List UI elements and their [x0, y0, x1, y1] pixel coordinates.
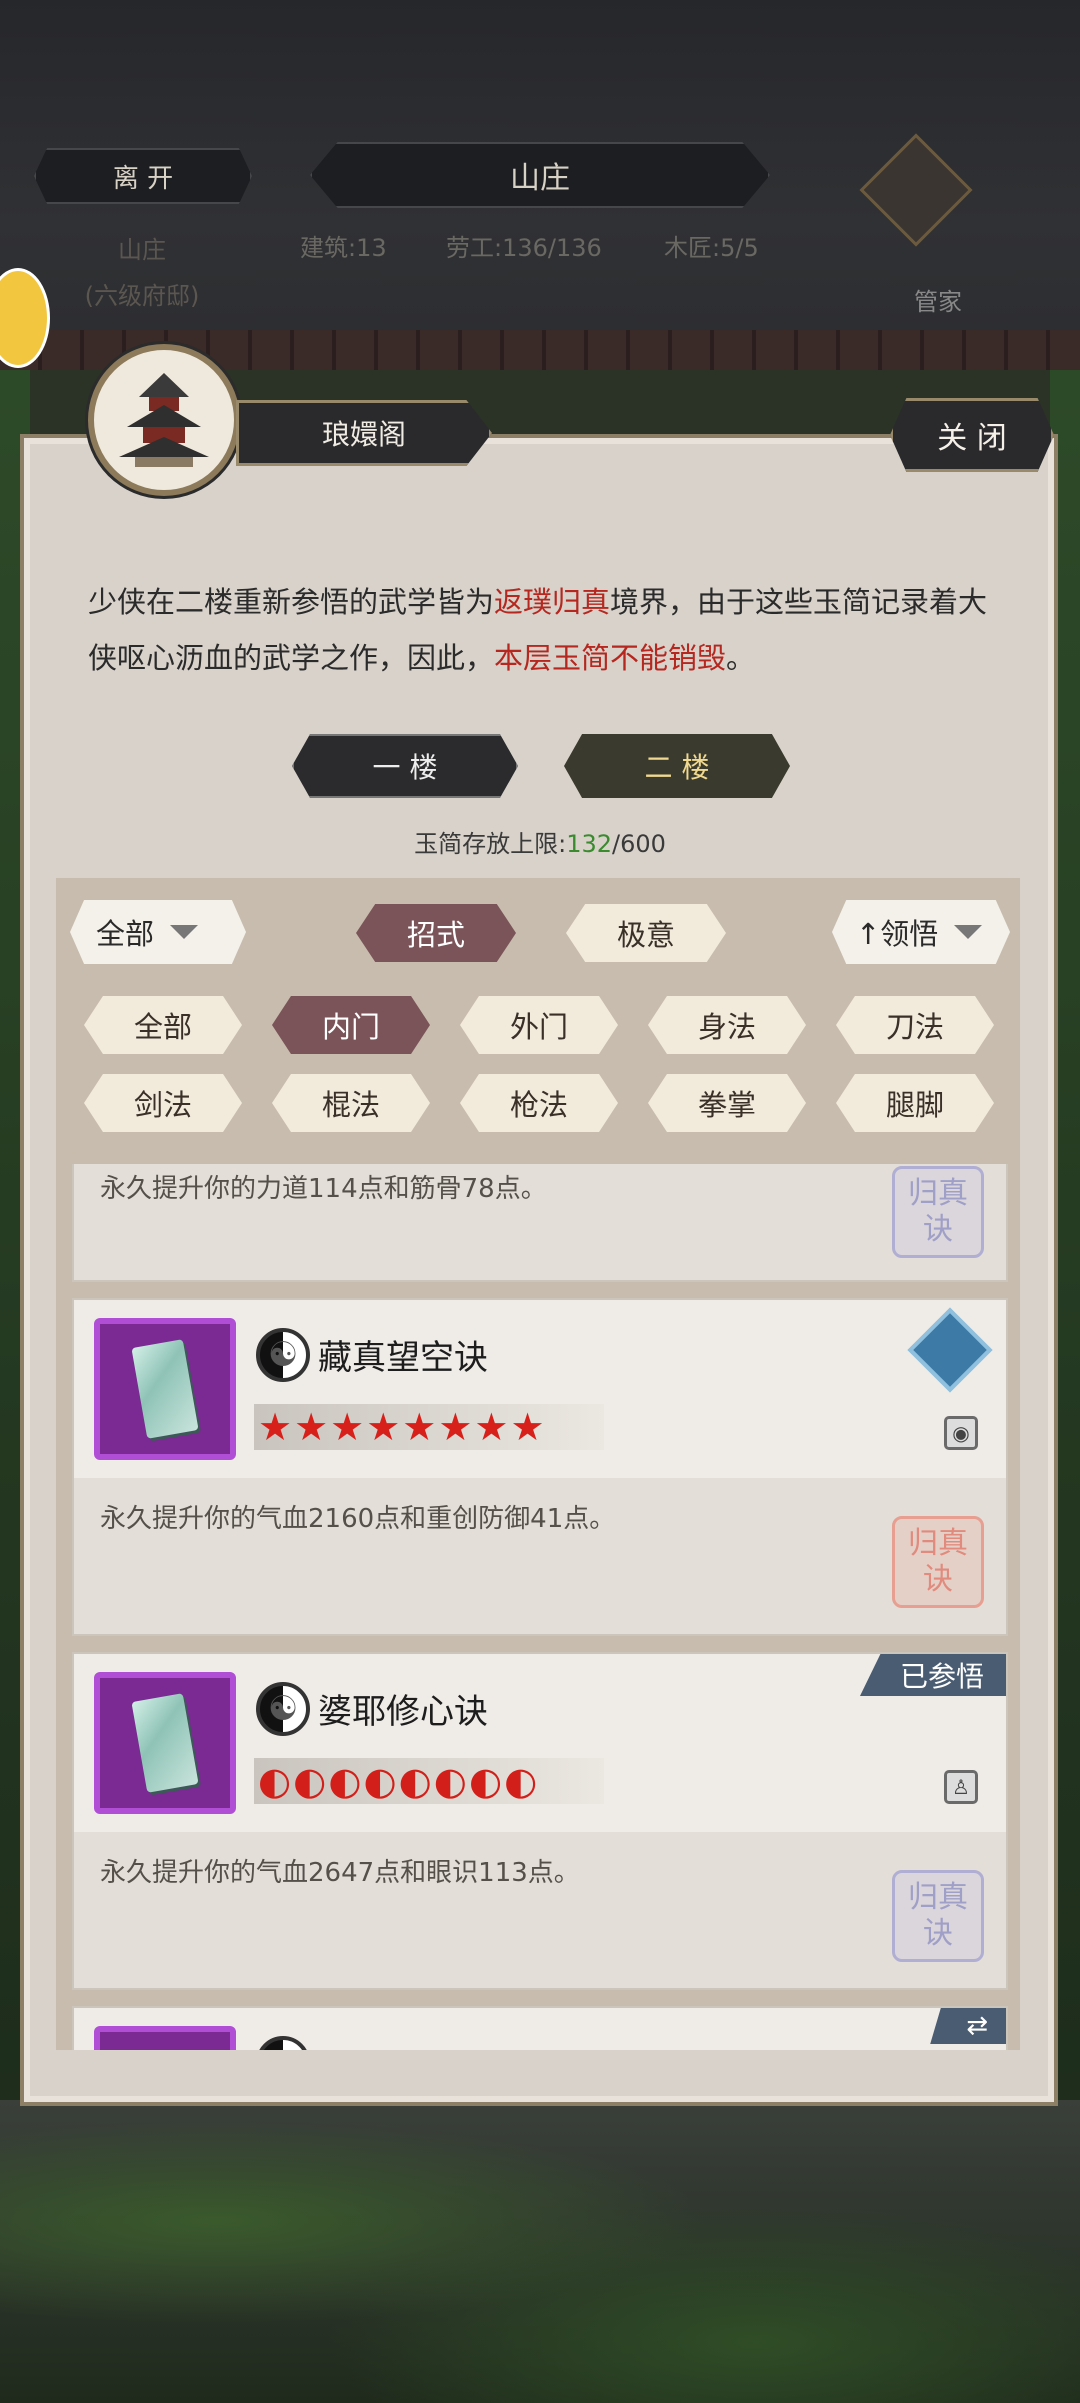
- jade-slip-icon: [94, 2026, 236, 2050]
- stat-carpenter: 木匠:5/5: [664, 234, 759, 262]
- close-button[interactable]: 关 闭: [890, 398, 1054, 472]
- category-spear[interactable]: 枪法: [460, 1074, 618, 1132]
- jade-slip-icon: [94, 1672, 236, 1814]
- lock-icon[interactable]: ◉: [944, 1416, 978, 1450]
- rating-stars: ★★★★★★★★: [254, 1404, 604, 1450]
- floor-2-button[interactable]: 二 楼: [564, 734, 790, 798]
- list-item[interactable]: ⇄: [72, 2006, 1008, 2050]
- intro-highlight: 返璞归真: [494, 585, 611, 619]
- category-blade[interactable]: 刀法: [836, 996, 994, 1054]
- floor-1-button[interactable]: 一 楼: [292, 734, 518, 798]
- panel-title: 琅嬛阁: [236, 400, 492, 466]
- item-desc: 永久提升你的气血2160点和重创防御41点。: [100, 1504, 616, 1534]
- intro-text: 少侠在二楼重新参悟的武学皆为返璞归真境界，由于这些玉简记录着大侠呕心沥血的武学之…: [88, 574, 988, 686]
- type-tab-moves[interactable]: 招式: [356, 904, 516, 962]
- chevron-down-icon: [954, 925, 983, 939]
- seal-icon: 归真诀: [892, 1870, 984, 1962]
- intro-part: 。: [726, 641, 756, 675]
- stat-buildings: 建筑:13: [300, 234, 387, 262]
- swap-icon[interactable]: ⇄: [930, 2008, 1006, 2044]
- category-staff[interactable]: 棍法: [272, 1074, 430, 1132]
- stat-labor: 劳工:136/136: [446, 234, 602, 262]
- item-name: 婆耶修心诀: [318, 1692, 488, 1732]
- meditate-icon[interactable]: ♙: [944, 1770, 978, 1804]
- capacity-label: 玉简存放上限:132/600: [0, 824, 1080, 859]
- scope-dropdown-label: 全部: [96, 917, 155, 951]
- scroll-list[interactable]: 永久提升你的力道114点和筋骨78点。 归真诀 ☯ 藏真望空诀 ★★★★★★★★…: [56, 1164, 1020, 2050]
- category-outer[interactable]: 外门: [460, 996, 618, 1054]
- category-all[interactable]: 全部: [84, 996, 242, 1054]
- list-item[interactable]: ☯ 婆耶修心诀 ◐◐◐◐◐◐◐◐ 已参悟 ♙ 永久提升你的气血2647点和眼识1…: [72, 1652, 1008, 1990]
- sort-dropdown[interactable]: ↑领悟: [832, 900, 1010, 964]
- location-title: 山庄: [310, 142, 770, 208]
- list-item[interactable]: ☯ 藏真望空诀 ★★★★★★★★ ◉ 永久提升你的气血2160点和重创防御41点…: [72, 1298, 1008, 1636]
- category-movement[interactable]: 身法: [648, 996, 806, 1054]
- intro-part: 少侠在二楼重新参悟的武学皆为: [88, 585, 495, 619]
- leave-button[interactable]: 离 开: [34, 148, 252, 204]
- learned-badge: 已参悟: [859, 1654, 1006, 1696]
- garden-background: [0, 2100, 1080, 2403]
- category-leg[interactable]: 腿脚: [836, 1074, 994, 1132]
- category-inner[interactable]: 内门: [272, 996, 430, 1054]
- category-sword[interactable]: 剑法: [84, 1074, 242, 1132]
- pavilion-icon: [88, 344, 240, 496]
- sort-dropdown-label: ↑领悟: [856, 917, 939, 951]
- type-tab-ultimate[interactable]: 极意: [566, 904, 726, 962]
- item-desc: 永久提升你的气血2647点和眼识113点。: [100, 1858, 580, 1888]
- intro-warning: 本层玉简不能销毁: [494, 641, 727, 675]
- yin-yang-icon: ☯: [256, 1328, 310, 1382]
- list-item[interactable]: 永久提升你的力道114点和筋骨78点。 归真诀: [72, 1164, 1008, 1282]
- seal-icon: 归真诀: [892, 1516, 984, 1608]
- jade-slip-icon: [94, 1318, 236, 1460]
- capacity-caption: 玉简存放上限:: [414, 830, 567, 858]
- seal-icon: 归真诀: [892, 1166, 984, 1258]
- capacity-total: /600: [612, 830, 666, 858]
- item-desc: 永久提升你的力道114点和筋骨78点。: [100, 1174, 547, 1204]
- chevron-down-icon: [170, 925, 199, 939]
- place-name: 山庄: [118, 236, 166, 264]
- item-name: 藏真望空诀: [318, 1338, 488, 1378]
- yin-yang-icon: ☯: [256, 1682, 310, 1736]
- steward-label: 管家: [914, 288, 962, 316]
- scope-dropdown[interactable]: 全部: [70, 900, 246, 964]
- rating-flames: ◐◐◐◐◐◐◐◐: [254, 1758, 604, 1804]
- category-fist[interactable]: 拳掌: [648, 1074, 806, 1132]
- capacity-used: 132: [566, 830, 612, 858]
- place-level: (六级府邸): [84, 282, 200, 310]
